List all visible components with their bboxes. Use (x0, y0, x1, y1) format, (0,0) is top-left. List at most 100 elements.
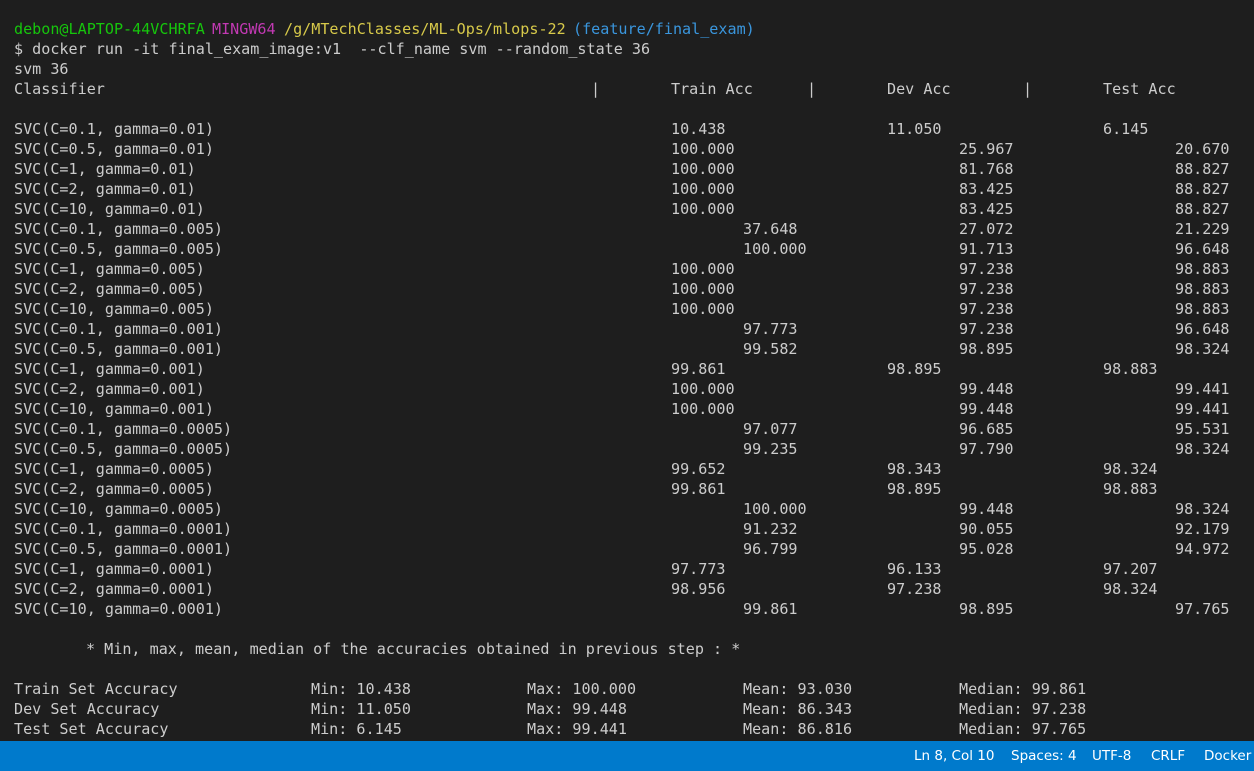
test-acc-value: 98.883 (1175, 260, 1230, 278)
table-row: SVC(C=1, gamma=0.01) 100.000 81.768 88.827 (0, 159, 1254, 179)
train-acc-value: 97.773 (743, 320, 798, 338)
header-separator: | (591, 80, 601, 98)
dev-acc-value: 96.133 (887, 560, 942, 578)
test-acc-value: 98.324 (1175, 500, 1230, 518)
train-acc-value: 100.000 (743, 240, 807, 258)
summary-mean: Mean: 93.030 (743, 680, 853, 698)
dev-acc-value: 98.343 (887, 460, 942, 478)
summary-heading: * Min, max, mean, median of the accuraci… (86, 640, 741, 658)
prompt-env: MINGW64 (212, 20, 276, 38)
table-row: SVC(C=1, gamma=0.005) 100.000 97.238 98.883 (0, 259, 1254, 279)
prompt-user: debon@LAPTOP-44VCHRFA (14, 20, 205, 38)
output-args: svm 36 (14, 60, 69, 78)
dev-acc-value: 97.238 (959, 320, 1014, 338)
classifier-name: SVC(C=0.5, gamma=0.0001) (14, 540, 233, 558)
table-row: SVC(C=2, gamma=0.0005) 99.861 98.895 98.883 (0, 479, 1254, 499)
summary-median: Median: 97.238 (959, 700, 1087, 718)
dev-acc-value: 99.448 (959, 400, 1014, 418)
classifier-name: SVC(C=0.1, gamma=0.0001) (14, 520, 233, 538)
train-acc-value: 97.077 (743, 420, 798, 438)
classifier-name: SVC(C=0.1, gamma=0.001) (14, 320, 224, 338)
status-indentation[interactable]: Spaces: 4 (1011, 741, 1077, 771)
summary-max: Max: 99.441 (527, 720, 627, 738)
table-row: SVC(C=10, gamma=0.0001) 99.861 98.895 97.76… (0, 599, 1254, 619)
classifier-name: SVC(C=2, gamma=0.0005) (14, 480, 214, 498)
dev-acc-value: 97.238 (959, 280, 1014, 298)
train-acc-value: 100.000 (671, 160, 735, 178)
prompt-line: debon@LAPTOP-44VCHRFA MINGW64 /g/MTechCl… (0, 19, 1254, 39)
train-acc-value: 100.000 (671, 400, 735, 418)
classifier-name: SVC(C=10, gamma=0.005) (14, 300, 214, 318)
test-acc-value: 92.179 (1175, 520, 1230, 538)
classifier-name: SVC(C=0.1, gamma=0.01) (14, 120, 214, 138)
summary-min: Min: 10.438 (311, 680, 411, 698)
summary-row: Test Set Accuracy Min: 6.145 Max: 99.441 Me… (0, 719, 1254, 739)
dev-acc-value: 81.768 (959, 160, 1014, 178)
table-row: SVC(C=10, gamma=0.005) 100.000 97.238 98.88… (0, 299, 1254, 319)
train-acc-value: 91.232 (743, 520, 798, 538)
train-acc-value: 100.000 (671, 300, 735, 318)
table-row: SVC(C=0.1, gamma=0.0001) 91.232 90.055 92.1… (0, 519, 1254, 539)
test-acc-value: 99.441 (1175, 400, 1230, 418)
train-acc-value: 98.956 (671, 580, 726, 598)
dev-acc-value: 99.448 (959, 500, 1014, 518)
classifier-name: SVC(C=0.5, gamma=0.01) (14, 140, 214, 158)
status-line-ending[interactable]: CRLF (1151, 741, 1185, 771)
output-args-line: svm 36 (0, 59, 1254, 79)
classifier-name: SVC(C=10, gamma=0.0001) (14, 600, 224, 618)
classifier-name: SVC(C=1, gamma=0.005) (14, 260, 205, 278)
table-row: SVC(C=2, gamma=0.0001) 98.956 97.238 98.324 (0, 579, 1254, 599)
test-acc-value: 97.207 (1103, 560, 1158, 578)
train-acc-value: 100.000 (671, 280, 735, 298)
train-acc-value: 99.861 (743, 600, 798, 618)
status-cursor-position[interactable]: Ln 8, Col 10 (914, 741, 994, 771)
train-acc-value: 96.799 (743, 540, 798, 558)
test-acc-value: 98.324 (1103, 580, 1158, 598)
terminal-panel[interactable]: debon@LAPTOP-44VCHRFA MINGW64 /g/MTechCl… (0, 0, 1254, 741)
table-row: SVC(C=2, gamma=0.01) 100.000 83.425 88.827 (0, 179, 1254, 199)
table-header: Classifier | Train Acc | Dev Acc | Test … (0, 79, 1254, 99)
command-line: $ docker run -it final_exam_image:v1 --c… (0, 39, 1254, 59)
table-row: SVC(C=10, gamma=0.01) 100.000 83.425 88.827 (0, 199, 1254, 219)
table-row: SVC(C=0.5, gamma=0.01) 100.000 25.967 20.67… (0, 139, 1254, 159)
test-acc-value: 98.883 (1103, 480, 1158, 498)
train-acc-value: 100.000 (671, 180, 735, 198)
table-row: SVC(C=1, gamma=0.0005) 99.652 98.343 98.324 (0, 459, 1254, 479)
summary-row: Dev Set Accuracy Min: 11.050 Max: 99.448 Me… (0, 699, 1254, 719)
test-acc-value: 88.827 (1175, 200, 1230, 218)
test-acc-value: 98.324 (1175, 440, 1230, 458)
prompt-branch: (feature/final_exam) (573, 20, 755, 38)
test-acc-value: 94.972 (1175, 540, 1230, 558)
train-acc-value: 97.773 (671, 560, 726, 578)
train-acc-value: 100.000 (671, 140, 735, 158)
dev-acc-value: 25.967 (959, 140, 1014, 158)
dev-acc-value: 83.425 (959, 180, 1014, 198)
classifier-name: SVC(C=0.5, gamma=0.001) (14, 340, 224, 358)
summary-label: Test Set Accuracy (14, 720, 169, 738)
test-acc-value: 98.324 (1175, 340, 1230, 358)
summary-mean: Mean: 86.816 (743, 720, 853, 738)
classifier-name: SVC(C=0.5, gamma=0.0005) (14, 440, 233, 458)
status-encoding[interactable]: UTF-8 (1092, 741, 1131, 771)
table-row: SVC(C=0.1, gamma=0.0005) 97.077 96.685 95.5… (0, 419, 1254, 439)
test-acc-value: 95.531 (1175, 420, 1230, 438)
dev-acc-value: 83.425 (959, 200, 1014, 218)
summary-row: Train Set Accuracy Min: 10.438 Max: 100.00… (0, 679, 1254, 699)
summary-max: Max: 99.448 (527, 700, 627, 718)
classifier-name: SVC(C=10, gamma=0.0005) (14, 500, 224, 518)
table-row: SVC(C=1, gamma=0.001) 99.861 98.895 98.883 (0, 359, 1254, 379)
test-acc-value: 96.648 (1175, 240, 1230, 258)
train-acc-value: 99.861 (671, 480, 726, 498)
train-acc-value: 100.000 (671, 380, 735, 398)
classifier-name: SVC(C=2, gamma=0.0001) (14, 580, 214, 598)
header-separator: | (807, 80, 817, 98)
command-text: $ docker run -it final_exam_image:v1 --c… (14, 40, 651, 58)
dev-acc-value: 98.895 (887, 360, 942, 378)
table-row: SVC(C=0.5, gamma=0.001) 99.582 98.895 98.32… (0, 339, 1254, 359)
dev-acc-value: 97.238 (959, 260, 1014, 278)
header-train-acc: Train Acc (671, 80, 753, 98)
table-row: SVC(C=1, gamma=0.0001) 97.773 96.133 97.207 (0, 559, 1254, 579)
table-row: SVC(C=0.5, gamma=0.0005) 99.235 97.790 98.3… (0, 439, 1254, 459)
status-language-mode[interactable]: Docker (1204, 741, 1251, 771)
train-acc-value: 37.648 (743, 220, 798, 238)
